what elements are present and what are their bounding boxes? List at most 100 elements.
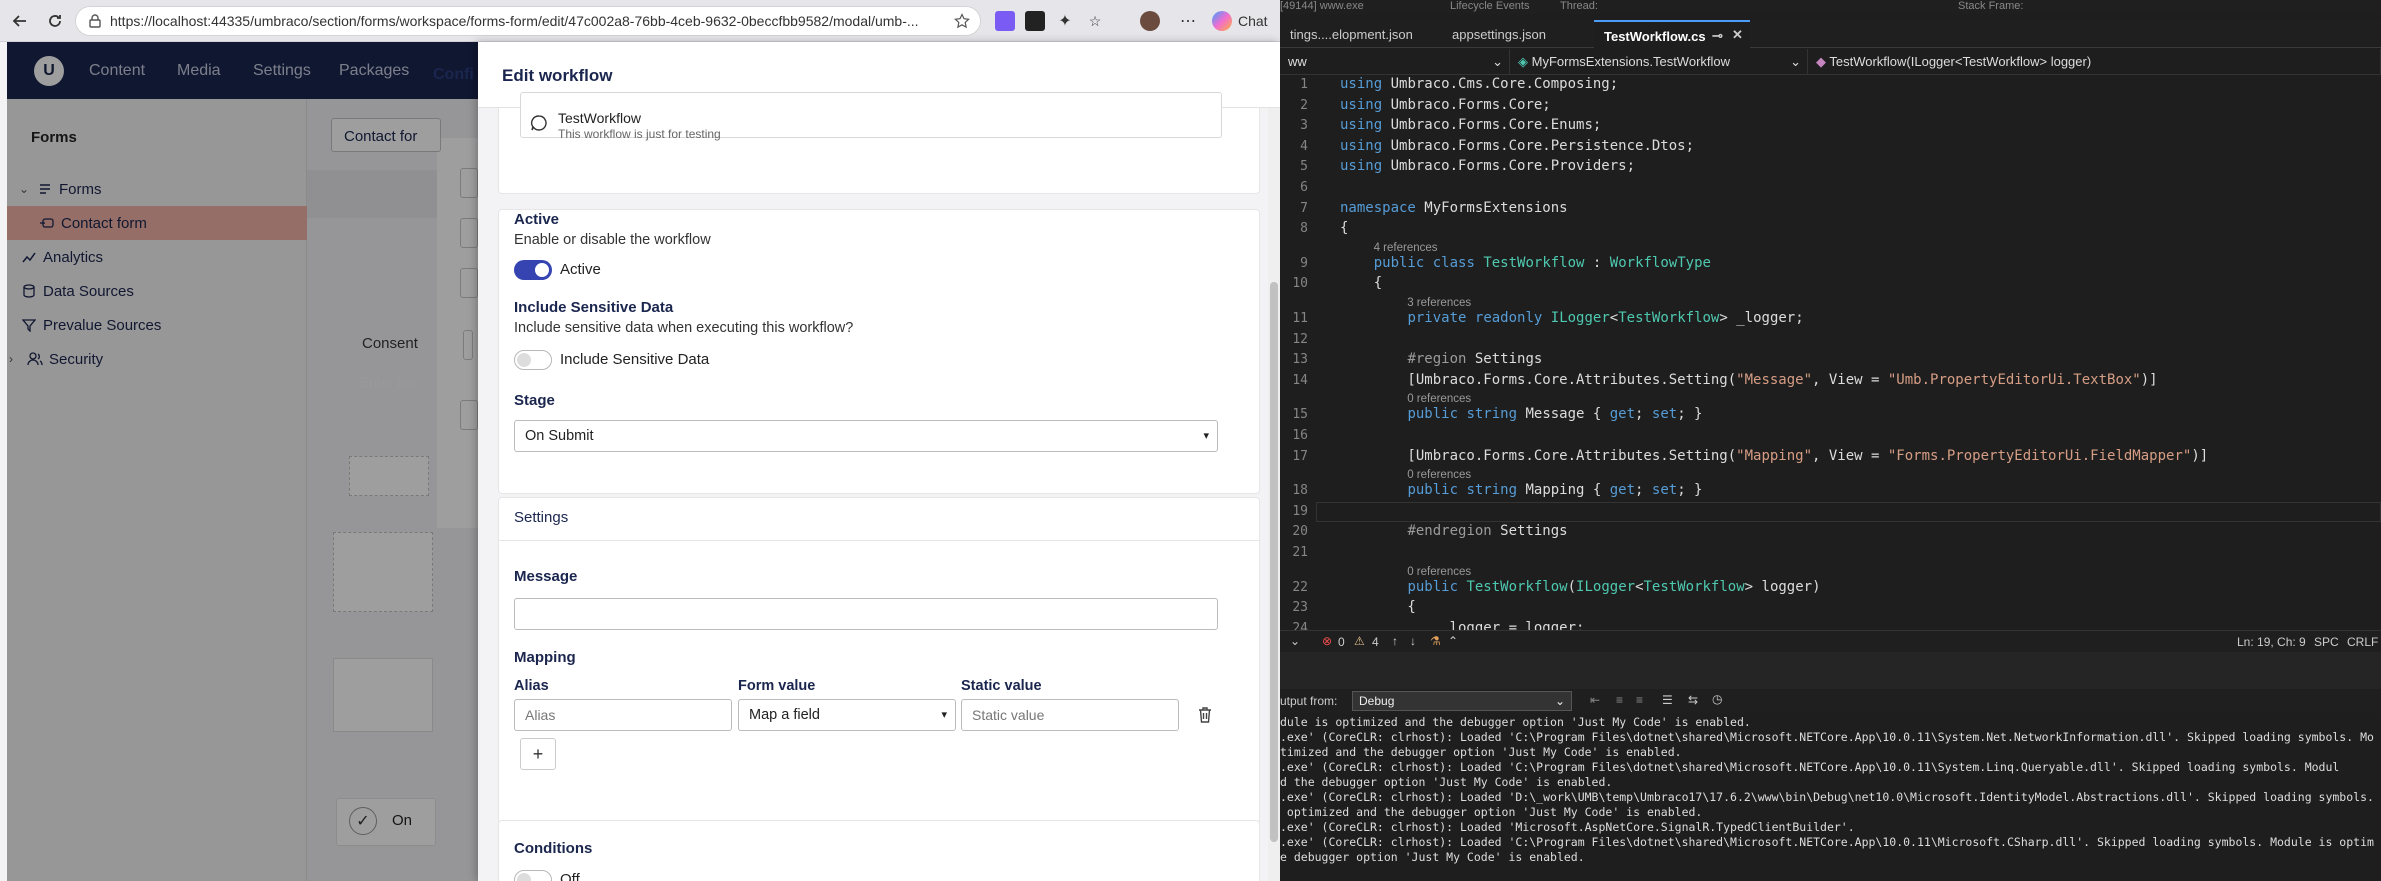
codelens-references[interactable]: 4 references <box>1374 242 1438 254</box>
down-arrow-icon[interactable]: ↓ <box>1410 634 1416 648</box>
code-line[interactable]: using Umbraco.Forms.Core.Enums; <box>1340 117 1601 133</box>
spacing-indicator[interactable]: SPC <box>2314 635 2339 649</box>
avatar[interactable] <box>1140 11 1160 31</box>
codelens-references[interactable]: 0 references <box>1407 469 1471 481</box>
panel-splitter[interactable] <box>1280 652 2381 689</box>
pin-icon[interactable]: ⊸ <box>1712 28 1723 44</box>
more-icon[interactable]: ⋯ <box>1178 11 1198 31</box>
active-toggle[interactable] <box>514 260 552 280</box>
static-value-input[interactable]: Static value <box>961 699 1179 731</box>
project-dropdown[interactable]: ww ⌄ <box>1280 49 1510 75</box>
conditions-toggle[interactable] <box>514 870 552 881</box>
code-line[interactable]: using Umbraco.Forms.Core.Providers; <box>1340 158 1635 174</box>
tab-appsettings[interactable]: appsettings.json <box>1442 20 1556 48</box>
close-icon[interactable]: ✕ <box>1732 27 1743 43</box>
code-line[interactable]: private readonly ILogger<TestWorkflow> _… <box>1340 310 1803 326</box>
code-line[interactable]: { <box>1340 275 1382 291</box>
up-arrow-icon[interactable]: ↑ <box>1392 634 1398 648</box>
copilot-icon[interactable] <box>1212 11 1232 31</box>
favorite-star-icon[interactable] <box>954 13 970 29</box>
edit-workflow-modal: Edit workflow TestWorkflow This workflow… <box>478 42 1280 881</box>
tab-appsettings-development[interactable]: tings....elopment.json <box>1280 20 1423 48</box>
output-source-select[interactable]: Debug ⌄ <box>1352 691 1572 711</box>
codelens-references[interactable]: 0 references <box>1407 566 1471 578</box>
extension-icon[interactable] <box>1025 11 1045 31</box>
code-line[interactable]: #endregion Settings <box>1340 523 1567 539</box>
trash-icon[interactable] <box>1194 704 1216 726</box>
process-label[interactable]: [49144] www.exe <box>1280 0 1364 12</box>
active-toggle-label: Active <box>560 261 601 278</box>
editor-tabs: tings....elopment.json appsettings.json … <box>1280 20 2381 48</box>
codelens-references[interactable]: 0 references <box>1407 393 1471 405</box>
code-editor[interactable]: 1 using Umbraco.Cms.Core.Composing; 2 using… <box>1280 75 2381 630</box>
modal-scrollbar-thumb[interactable] <box>1270 282 1278 842</box>
code-line[interactable]: public class TestWorkflow : WorkflowType <box>1340 255 1711 271</box>
modal-title: Edit workflow <box>502 66 613 85</box>
code-line[interactable]: _logger = logger; <box>1340 620 1584 630</box>
clock-icon[interactable]: ◷ <box>1712 692 1722 706</box>
stack-frame-label[interactable]: Stack Frame: <box>1958 0 2023 12</box>
tab-testworkflow[interactable]: TestWorkflow.cs ⊸ ✕ <box>1594 20 1750 48</box>
error-icon[interactable]: ⊗ <box>1322 634 1332 648</box>
add-mapping-button[interactable]: + <box>520 738 556 770</box>
code-line[interactable]: using Umbraco.Cms.Core.Composing; <box>1340 76 1618 92</box>
form-value-select[interactable]: Map a field ▾ <box>738 699 956 731</box>
sensitive-toggle[interactable] <box>514 350 552 370</box>
lifecycle-events-label[interactable]: Lifecycle Events <box>1450 0 1529 12</box>
puzzle-icon[interactable]: ✦ <box>1055 11 1075 31</box>
address-bar[interactable]: https://localhost:44335/umbraco/section/… <box>75 6 981 36</box>
error-count[interactable]: 0 <box>1338 635 1345 649</box>
code-line[interactable]: [Umbraco.Forms.Core.Attributes.Setting("… <box>1340 372 2157 388</box>
code-line[interactable]: [Umbraco.Forms.Core.Attributes.Setting("… <box>1340 448 2208 464</box>
code-line[interactable]: namespace MyFormsExtensions <box>1340 200 1568 216</box>
url-text[interactable]: https://localhost:44335/umbraco/section/… <box>110 13 950 29</box>
clear-all-icon[interactable]: ☰ <box>1662 693 1673 707</box>
code-line[interactable]: public TestWorkflow(ILogger<TestWorkflow… <box>1340 579 1820 595</box>
extension-icon[interactable] <box>995 11 1015 31</box>
settings-card <box>498 497 1260 835</box>
zoom-dropdown[interactable]: ⌄ <box>1290 634 1300 648</box>
code-line[interactable]: using Umbraco.Forms.Core; <box>1340 97 1551 113</box>
word-wrap-icon[interactable]: ⇆ <box>1688 693 1698 707</box>
cursor-position[interactable]: Ln: 19, Ch: 9 <box>2237 635 2306 649</box>
find-icon[interactable]: ⇤ <box>1590 693 1600 707</box>
line-number: 17 <box>1292 448 1308 464</box>
output-text[interactable]: dule is optimized and the debugger optio… <box>1280 713 2381 881</box>
refresh-icon[interactable] <box>43 9 67 33</box>
chevron-up-icon[interactable]: ⌃ <box>1448 634 1458 648</box>
brush-icon[interactable]: ⚗ <box>1430 634 1441 648</box>
form-value-column-header: Form value <box>738 678 816 694</box>
site-info-icon[interactable] <box>88 14 102 28</box>
code-line[interactable]: using Umbraco.Forms.Core.Persistence.Dto… <box>1340 138 1694 154</box>
codelens-references[interactable]: 3 references <box>1407 297 1471 309</box>
output-line: .exe' (CoreCLR: clrhost): Loaded 'C:\Pro… <box>1280 835 2374 849</box>
output-line: .exe' (CoreCLR: clrhost): Loaded 'C:\Pro… <box>1280 760 2340 774</box>
class-dropdown[interactable]: ◈ MyFormsExtensions.TestWorkflow ⌄ <box>1510 49 1808 75</box>
code-line[interactable]: public string Message { get; set; } <box>1340 406 1702 422</box>
line-ending-indicator[interactable]: CRLF <box>2347 635 2378 649</box>
message-input[interactable] <box>514 598 1218 630</box>
line-number: 5 <box>1300 159 1308 175</box>
thread-label[interactable]: Thread: <box>1560 0 1598 12</box>
stage-select[interactable]: On Submit ▾ <box>514 420 1218 452</box>
warning-icon[interactable]: ⚠ <box>1354 634 1365 648</box>
line-number: 19 <box>1292 503 1308 519</box>
back-icon[interactable] <box>8 9 32 33</box>
code-line[interactable]: { <box>1340 599 1415 615</box>
alias-input[interactable]: Alias <box>514 699 732 731</box>
chat-button[interactable]: Chat <box>1238 13 1268 29</box>
warning-count[interactable]: 4 <box>1372 635 1379 649</box>
line-number: 18 <box>1292 483 1308 499</box>
code-line[interactable]: public string Mapping { get; set; } <box>1340 482 1702 498</box>
favorites-icon[interactable]: ☆ <box>1085 11 1105 31</box>
code-line[interactable]: { <box>1340 220 1348 236</box>
output-line: optimized and the debugger option 'Just … <box>1280 805 1703 819</box>
line-number: 21 <box>1292 545 1308 560</box>
section-title: Confi <box>433 66 474 83</box>
navigation-bar: ww ⌄ ◈ MyFormsExtensions.TestWorkflow ⌄ ◆ … <box>1280 49 2381 75</box>
align-icon[interactable]: ≡ <box>1616 693 1623 707</box>
member-dropdown[interactable]: ◆ TestWorkflow(ILogger<TestWorkflow> log… <box>1808 49 2381 75</box>
code-line[interactable]: #region Settings <box>1340 351 1542 367</box>
align-icon[interactable]: ≡ <box>1636 693 1643 707</box>
line-number: 23 <box>1292 600 1308 616</box>
